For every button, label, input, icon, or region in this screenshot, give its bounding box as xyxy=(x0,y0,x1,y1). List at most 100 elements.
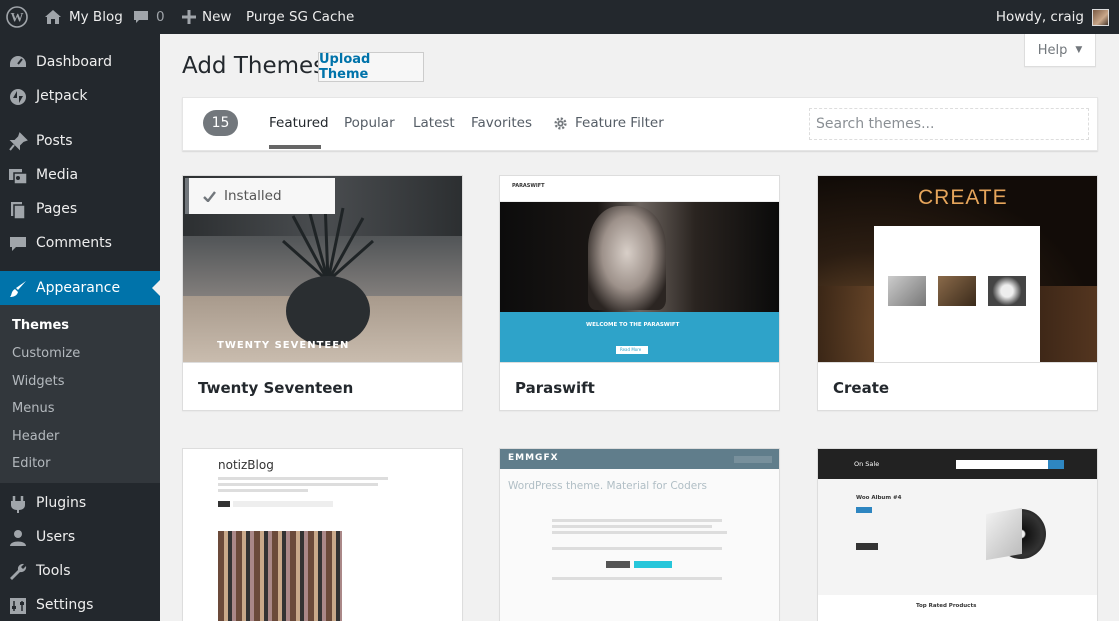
sidebar-item-pages[interactable]: Pages xyxy=(0,192,160,226)
comments-link[interactable]: 0 xyxy=(133,0,165,34)
sidebar-item-posts[interactable]: Posts xyxy=(0,124,160,158)
theme-card-twenty-seventeen[interactable]: TWENTY SEVENTEEN Installed Twenty Sevent… xyxy=(182,175,463,411)
preview-heading: WordPress theme. Material for Coders xyxy=(508,480,707,492)
sidebar-item-label: Users xyxy=(36,529,76,545)
sidebar-item-tools[interactable]: Tools xyxy=(0,554,160,588)
howdy-text: Howdy, craig xyxy=(995,9,1084,25)
help-tab[interactable]: Help ▼ xyxy=(1024,34,1096,67)
preview-logo: EMMGFX xyxy=(508,453,559,463)
tab-latest[interactable]: Latest xyxy=(413,115,455,131)
purge-cache-link[interactable]: Purge SG Cache xyxy=(246,0,354,34)
theme-card-shop[interactable]: On Sale Woo Album #4 Top Rated Products xyxy=(817,448,1098,621)
submenu-item-widgets[interactable]: Widgets xyxy=(12,374,65,389)
theme-screenshot: PARASWIFT WELCOME TO THE PARASWIFT Read … xyxy=(500,176,779,362)
theme-card-notizblog[interactable]: notizBlog xyxy=(182,448,463,621)
theme-name: Twenty Seventeen xyxy=(198,379,354,397)
appearance-submenu: Themes Customize Widgets Menus Header Ed… xyxy=(0,305,160,483)
sidebar-item-label: Media xyxy=(36,167,79,183)
pages-icon xyxy=(11,202,26,220)
new-content-link[interactable]: New xyxy=(182,0,231,34)
theme-screenshot: notizBlog xyxy=(183,449,462,621)
sidebar-item-label: Posts xyxy=(36,133,73,149)
theme-screenshot: CREATE xyxy=(818,176,1097,362)
gear-icon xyxy=(554,116,567,130)
search-themes-input[interactable] xyxy=(809,108,1089,140)
sidebar-item-label: Comments xyxy=(36,235,112,251)
help-label: Help xyxy=(1037,42,1068,58)
theme-name: Create xyxy=(833,379,890,397)
preview-button: Read More xyxy=(620,347,642,352)
submenu-item-customize[interactable]: Customize xyxy=(12,346,80,361)
installed-notice: Installed xyxy=(185,178,335,214)
users-icon xyxy=(10,530,26,546)
settings-icon xyxy=(10,598,26,614)
avatar xyxy=(1092,8,1109,26)
theme-card-paraswift[interactable]: PARASWIFT WELCOME TO THE PARASWIFT Read … xyxy=(499,175,780,411)
upload-theme-button[interactable]: Upload Theme xyxy=(318,52,424,82)
tab-popular[interactable]: Popular xyxy=(344,115,395,131)
theme-name: Paraswift xyxy=(515,379,595,397)
comments-count: 0 xyxy=(156,9,165,25)
dashboard-icon xyxy=(10,56,26,67)
preview-welcome: WELCOME TO THE PARASWIFT xyxy=(586,322,680,328)
sidebar-item-appearance[interactable]: Appearance xyxy=(0,271,160,305)
checkmark-icon xyxy=(203,190,216,202)
site-name: My Blog xyxy=(69,9,123,25)
sidebar-item-label: Appearance xyxy=(36,280,121,296)
theme-card-emmgfx[interactable]: EMMGFX WordPress theme. Material for Cod… xyxy=(499,448,780,621)
sidebar-item-label: Tools xyxy=(36,563,71,579)
page-title: Add Themes xyxy=(182,53,326,79)
pin-icon xyxy=(9,132,28,151)
sidebar-item-label: Plugins xyxy=(36,495,87,511)
sidebar-item-comments[interactable]: Comments xyxy=(0,226,160,260)
brush-icon xyxy=(10,281,26,297)
sidebar-item-media[interactable]: Media xyxy=(0,158,160,192)
jetpack-icon xyxy=(10,89,26,105)
sidebar-item-plugins[interactable]: Plugins xyxy=(0,486,160,520)
preview-top-rated: Top Rated Products xyxy=(916,603,977,609)
account-menu[interactable]: Howdy, craig xyxy=(996,0,1109,34)
tab-favorites[interactable]: Favorites xyxy=(471,115,532,131)
preview-album: Woo Album #4 xyxy=(856,495,902,501)
sidebar-item-jetpack[interactable]: Jetpack xyxy=(0,79,160,113)
tab-featured[interactable]: Featured xyxy=(269,115,329,131)
purge-label: Purge SG Cache xyxy=(246,9,355,25)
submenu-item-editor[interactable]: Editor xyxy=(12,456,50,471)
preview-heading: CREATE xyxy=(918,186,1008,209)
preview-onsale: On Sale xyxy=(854,460,880,468)
sidebar-item-label: Pages xyxy=(36,201,78,217)
preview-logo: PARASWIFT xyxy=(512,183,545,189)
plant-image xyxy=(282,200,374,346)
admin-sidebar: Dashboard Jetpack Posts Media Pages Comm… xyxy=(0,34,160,621)
theme-count-badge: 15 xyxy=(203,110,238,136)
site-name-link[interactable]: My Blog xyxy=(44,0,123,34)
submenu-item-menus[interactable]: Menus xyxy=(12,401,54,416)
plus-icon xyxy=(182,10,196,24)
preview-title: notizBlog xyxy=(218,458,274,472)
submenu-item-header[interactable]: Header xyxy=(12,429,59,444)
feature-filter-button[interactable]: Feature Filter xyxy=(553,115,664,131)
comment-icon xyxy=(10,237,26,251)
sidebar-item-label: Dashboard xyxy=(36,54,112,70)
installed-label: Installed xyxy=(224,188,282,204)
sidebar-item-settings[interactable]: Settings xyxy=(0,588,160,621)
submenu-item-themes[interactable]: Themes xyxy=(12,318,69,333)
tab-active-indicator xyxy=(269,145,321,149)
theme-card-create[interactable]: CREATE Create xyxy=(817,175,1098,411)
home-icon xyxy=(45,10,61,24)
svg-text:W: W xyxy=(11,10,24,25)
comment-bubble-icon xyxy=(134,11,148,23)
sidebar-item-dashboard[interactable]: Dashboard xyxy=(0,45,160,79)
sidebar-item-label: Settings xyxy=(36,597,94,613)
admin-bar: W My Blog 0 New Purge SG Cache Howdy, cr… xyxy=(0,0,1119,34)
new-label: New xyxy=(202,9,232,25)
theme-filter-bar: 15 Featured Popular Latest Favorites Fea… xyxy=(182,97,1098,151)
sidebar-item-users[interactable]: Users xyxy=(0,520,160,554)
plug-icon xyxy=(11,496,25,513)
media-icon xyxy=(9,169,28,185)
theme-screenshot: EMMGFX WordPress theme. Material for Cod… xyxy=(500,449,779,621)
feature-filter-label: Feature Filter xyxy=(575,115,664,131)
theme-screenshot: On Sale Woo Album #4 Top Rated Products xyxy=(818,449,1097,621)
wordpress-logo-icon[interactable]: W xyxy=(6,0,28,34)
caret-down-icon: ▼ xyxy=(1075,45,1083,55)
